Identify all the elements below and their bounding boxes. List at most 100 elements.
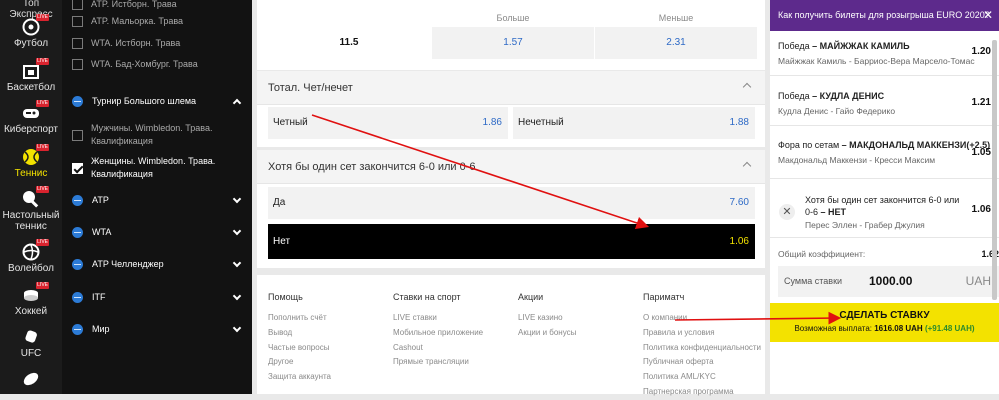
rail-item-hockey[interactable]: LIVE Хоккей [0, 282, 62, 317]
rail-item-tennis[interactable]: LIVE Теннис [0, 144, 62, 179]
globe-icon [72, 95, 83, 107]
footer-link[interactable]: Прямые трансляции [393, 355, 483, 370]
chevron-up-icon [742, 161, 752, 171]
basketball-icon: LIVE [22, 58, 49, 80]
rail-item-esports[interactable]: LIVE Киберспорт [0, 100, 62, 135]
group-world[interactable]: Мир [62, 321, 252, 337]
slip-item-hover: ✕ Хотя бы один сет закончится 6-0 или 0-… [770, 180, 999, 238]
footer-link[interactable]: Вывод [268, 326, 331, 341]
ufc-glove-icon [22, 328, 40, 346]
total-base: 11.5 [268, 27, 430, 59]
chevron-up-icon [742, 82, 752, 92]
rail-item-football[interactable]: LIVE Футбол [0, 14, 62, 49]
group-grand-slam[interactable]: Турнир Большого шлема [62, 93, 252, 109]
checkbox[interactable] [72, 58, 83, 70]
footer-col-promo: Акции LIVE казино Акции и бонусы [518, 292, 576, 341]
hockey-puck-icon: LIVE [22, 282, 49, 304]
total-odds-label: Общий коэффициент: [778, 249, 866, 259]
top-express-label[interactable]: Топ Экспресс [0, 0, 62, 20]
rail-item-basketball[interactable]: LIVE Баскетбол [0, 58, 62, 93]
american-football-icon [22, 370, 40, 388]
globe-icon [72, 291, 83, 303]
slip-item: Победа – МАЙЖЖАК КАМИЛЬ Майжжак Камиль -… [770, 31, 999, 76]
group-atp-challenger[interactable]: ATP Челленджер [62, 256, 252, 272]
globe-icon [72, 258, 83, 270]
chevron-down-icon [232, 291, 242, 301]
rail-item-table-tennis[interactable]: LIVE Настольный теннис [0, 186, 62, 232]
chevron-down-icon [232, 226, 242, 236]
markets-area: Больше Меньше 11.5 1.57 2.31 Тотал. Чет/… [257, 0, 765, 396]
stake-input[interactable]: Сумма ставки 1000.00 UAH [778, 266, 999, 297]
footer: Помощь Пополнить счёт Вывод Частые вопро… [257, 275, 765, 396]
footer-col-company: Париматч О компании Правила и условия По… [643, 292, 761, 400]
slip-item: Победа – КУДЛА ДЕНИС Кудла Денис - Гайо … [770, 77, 999, 126]
odd-less[interactable]: 2.31 [595, 27, 757, 59]
footer-link[interactable]: Правила и условия [643, 326, 761, 341]
group-itf[interactable]: ITF [62, 289, 252, 305]
tournament-item[interactable]: WTA. Истборн. Трава [62, 35, 252, 51]
globe-icon [72, 194, 83, 206]
slip-item: Фора по сетам – МАКДОНАЛЬД МАККЕНЗИ(+2.5… [770, 127, 999, 179]
volleyball-icon: LIVE [22, 239, 49, 261]
footer-link[interactable]: Пополнить счёт [268, 311, 331, 326]
tournament-item-selected[interactable]: Женщины. Wimbledon. Трава. Квалификация [62, 153, 252, 183]
footer-link[interactable]: Другое [268, 355, 331, 370]
footer-link[interactable]: LIVE казино [518, 311, 576, 326]
globe-icon [72, 226, 83, 238]
footer-link[interactable]: Cashout [393, 341, 483, 356]
table-tennis-icon: LIVE [22, 186, 49, 208]
footer-link[interactable]: LIVE ставки [393, 311, 483, 326]
chevron-down-icon [232, 323, 242, 333]
footer-link[interactable]: Мобильное приложение [393, 326, 483, 341]
col-more-header: Больше [496, 13, 530, 23]
market-odd-even: Тотал. Чет/нечет Четный 1.86 Нечетный 1.… [257, 71, 765, 147]
rail-item-volleyball[interactable]: LIVE Волейбол [0, 239, 62, 274]
tournament-sidebar: ATP. Истборн. Трава ATP. Мальорка. Трава… [62, 0, 252, 394]
close-icon[interactable]: ✕ [983, 0, 993, 31]
col-less-header: Меньше [658, 13, 694, 23]
footer-col-sports: Ставки на спорт LIVE ставки Мобильное пр… [393, 292, 483, 370]
sport-rail: Топ Экспресс LIVE Футбол LIVE Баскетбол … [0, 0, 62, 394]
chevron-up-icon [232, 98, 242, 108]
tennis-ball-icon: LIVE [22, 144, 49, 166]
footer-link[interactable]: Акции и бонусы [518, 326, 576, 341]
tournament-item[interactable]: ATP. Истборн. Трава [62, 0, 252, 12]
chevron-down-icon [232, 194, 242, 204]
footer-link[interactable]: Частые вопросы [268, 341, 331, 356]
footer-link[interactable]: О компании [643, 311, 761, 326]
market-header[interactable]: Хотя бы один сет закончится 6-0 или 0-6 [257, 150, 765, 184]
scrollbar[interactable] [992, 40, 997, 300]
gamepad-icon: LIVE [22, 100, 49, 122]
checkbox-checked[interactable] [72, 162, 83, 174]
tournament-item[interactable]: ATP. Мальорка. Трава [62, 13, 252, 29]
market-header[interactable]: Тотал. Чет/нечет [257, 71, 765, 105]
odd-yes[interactable]: Да 7.60 [268, 187, 755, 219]
footer-link[interactable]: Партнерская программа [643, 385, 761, 400]
footer-col-help: Помощь Пополнить счёт Вывод Частые вопро… [268, 292, 331, 385]
remove-bet-button[interactable]: ✕ [779, 204, 795, 220]
place-bet-button[interactable]: СДЕЛАТЬ СТАВКУ Возможная выплата: 1616.0… [770, 303, 999, 342]
footer-link[interactable]: Политика AML/KYC [643, 370, 761, 385]
chevron-down-icon [232, 258, 242, 268]
checkbox[interactable] [72, 37, 83, 49]
checkbox[interactable] [72, 129, 83, 141]
checkbox[interactable] [72, 15, 83, 27]
footer-link[interactable]: Политика конфиденциальности [643, 341, 761, 356]
group-atp[interactable]: ATP [62, 192, 252, 208]
market-total: Больше Меньше 11.5 1.57 2.31 [257, 0, 765, 70]
odd-even[interactable]: Четный 1.86 [268, 107, 508, 139]
rail-item-american-football[interactable] [0, 370, 62, 390]
rail-item-ufc[interactable]: UFC [0, 328, 62, 359]
tournament-item[interactable]: WTA. Бад-Хомбург. Трава [62, 56, 252, 72]
promo-banner[interactable]: Как получить билеты для розыгрыша EURO 2… [770, 0, 999, 31]
bet-slip: Как получить билеты для розыгрыша EURO 2… [770, 0, 999, 394]
odd-more[interactable]: 1.57 [432, 27, 594, 59]
footer-link[interactable]: Защита аккаунта [268, 370, 331, 385]
checkbox[interactable] [72, 0, 83, 10]
group-wta[interactable]: WTA [62, 224, 252, 240]
tournament-item[interactable]: Мужчины. Wimbledon. Трава. Квалификация [62, 120, 252, 150]
globe-icon [72, 323, 83, 335]
odd-no-selected[interactable]: Нет 1.06 [268, 224, 755, 259]
odd-odd[interactable]: Нечетный 1.88 [513, 107, 755, 139]
footer-link[interactable]: Публичная оферта [643, 355, 761, 370]
